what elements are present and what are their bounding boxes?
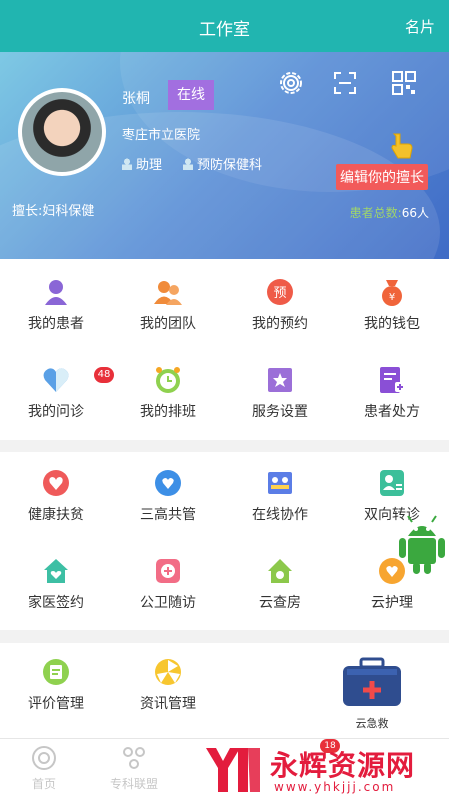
my-services-section: 我的患者 我的团队 预 我的预约 ¥ 我的钱包 我的问诊 48 我的排班 服务设… — [0, 259, 449, 440]
grid-item-my-schedule[interactable]: 我的排班 — [112, 365, 224, 421]
grid-item-label: 我的问诊 — [28, 404, 84, 420]
grid-item-label: 云护理 — [371, 595, 413, 611]
doctor-name: 张桐 — [122, 91, 150, 107]
poverty-relief-icon — [43, 470, 69, 496]
schedule-icon — [156, 367, 180, 393]
grid-item-label: 我的排班 — [140, 404, 196, 420]
grid-item-label: 患者处方 — [364, 404, 420, 420]
watermark-url: www.yhkjjj.com — [274, 780, 396, 794]
grid-item-label: 三高共管 — [140, 507, 196, 523]
first-aid-kit-icon — [343, 657, 401, 706]
public-health-icon — [156, 559, 180, 583]
grid-item-my-team[interactable]: 我的团队 — [112, 277, 224, 333]
prescription-icon — [380, 367, 405, 393]
grid-item-label: 在线协作 — [252, 507, 308, 523]
role-label: 助理 — [136, 158, 163, 173]
tab-label: 专科联盟 — [109, 777, 158, 791]
grid-item-label: 健康扶贫 — [28, 507, 84, 523]
avatar[interactable] — [18, 88, 106, 176]
specialty-text: 擅长:妇科保健 — [12, 204, 95, 219]
family-doctor-icon — [44, 559, 68, 583]
grid-item-label: 我的钱包 — [364, 316, 420, 332]
home-icon — [32, 746, 56, 770]
appointment-glyph: 预 — [273, 286, 286, 301]
three-highs-icon — [155, 470, 181, 496]
watermark-brand: 永辉资源网 — [270, 749, 416, 782]
top-bar: 工作室 名片 — [0, 0, 449, 52]
grid-item-three-highs[interactable]: 三高共管 — [112, 468, 224, 524]
grid-item-label: 我的患者 — [28, 316, 84, 332]
evaluation-icon — [43, 659, 69, 685]
grid-item-online-collaboration[interactable]: 在线协作 — [224, 468, 336, 524]
news-icon — [155, 659, 181, 685]
grid-item-prescriptions[interactable]: 患者处方 — [336, 365, 448, 421]
patient-total: 患者总数:66人 — [350, 204, 429, 221]
patient-total-label: 患者总数: — [349, 206, 402, 220]
cloud-rounds-icon — [268, 559, 292, 583]
unread-badge: 48 — [94, 367, 114, 383]
svg-text:¥: ¥ — [389, 292, 395, 303]
tab-home[interactable]: 首页 — [4, 745, 84, 792]
grid-item-evaluation-management[interactable]: 评价管理 — [0, 657, 112, 713]
grid-item-public-health-followup[interactable]: 公卫随访 — [112, 556, 224, 612]
person-icon — [122, 158, 132, 170]
grid-item-news-management[interactable]: 资讯管理 — [112, 657, 224, 713]
grid-item-family-doctor[interactable]: 家医签约 — [0, 556, 112, 612]
grid-item-my-wallet[interactable]: ¥ 我的钱包 — [336, 277, 448, 333]
team-icon — [154, 281, 182, 305]
cloud-emergency-button[interactable]: 云急救 — [337, 657, 407, 731]
grid-item-label: 云查房 — [259, 595, 301, 611]
department-tag: 预防保健科 — [183, 154, 262, 173]
grid-item-label: 服务设置 — [252, 404, 308, 420]
profile-banner: 张桐 在线 枣庄市立医院 助理 预防保健科 擅长:妇科保健 编辑你的擅长 患者总… — [0, 52, 449, 259]
referral-icon — [380, 470, 404, 496]
tab-label: 首页 — [31, 777, 56, 791]
avatar-photo — [22, 92, 102, 172]
pointing-hand-icon — [391, 133, 413, 159]
grid-item-label: 公卫随访 — [140, 595, 196, 611]
grid-item-health-poverty-relief[interactable]: 健康扶贫 — [0, 468, 112, 524]
grid-item-label: 我的团队 — [140, 316, 196, 332]
cloud-emergency-label: 云急救 — [355, 717, 389, 730]
role-tag: 助理 — [122, 154, 162, 173]
grid-item-label: 家医签约 — [28, 595, 84, 611]
watermark: 永辉资源网 www.yhkjjj.com — [198, 744, 448, 800]
tab-specialty-alliance[interactable]: 专科联盟 — [94, 745, 174, 792]
qr-code-icon[interactable] — [391, 70, 417, 96]
grid-item-cloud-rounds[interactable]: 云查房 — [224, 556, 336, 612]
hospital-name: 枣庄市立医院 — [122, 128, 201, 143]
consult-icon — [43, 368, 69, 392]
grid-item-my-appointments[interactable]: 预 我的预约 — [224, 277, 336, 333]
grid-item-label: 资讯管理 — [140, 696, 196, 712]
appointment-icon: 预 — [267, 279, 293, 305]
android-icon[interactable] — [396, 512, 448, 576]
online-status-badge[interactable]: 在线 — [168, 80, 214, 110]
grid-item-label: 我的预约 — [252, 316, 308, 332]
alliance-icon — [123, 747, 145, 769]
department-label: 预防保健科 — [197, 158, 263, 173]
online-collab-icon — [268, 472, 292, 494]
page-title: 工作室 — [199, 20, 250, 40]
grid-item-my-patients[interactable]: 我的患者 — [0, 277, 112, 333]
grid-item-service-settings[interactable]: 服务设置 — [224, 365, 336, 421]
watermark-logo — [206, 748, 260, 792]
patient-total-value: 66人 — [401, 206, 429, 220]
service-settings-icon — [268, 368, 292, 392]
person-icon — [183, 158, 193, 170]
grid-item-label: 评价管理 — [28, 696, 84, 712]
gear-icon[interactable] — [278, 70, 304, 96]
patient-icon — [45, 280, 67, 305]
collaboration-section: 健康扶贫 三高共管 在线协作 双向转诊 家医签约 公卫随访 云查房 云护理 — [0, 452, 449, 630]
scan-icon[interactable] — [332, 70, 358, 96]
edit-specialty-button[interactable]: 编辑你的擅长 — [336, 164, 428, 190]
wallet-icon: ¥ — [382, 280, 402, 306]
business-card-button[interactable]: 名片 — [405, 16, 435, 37]
